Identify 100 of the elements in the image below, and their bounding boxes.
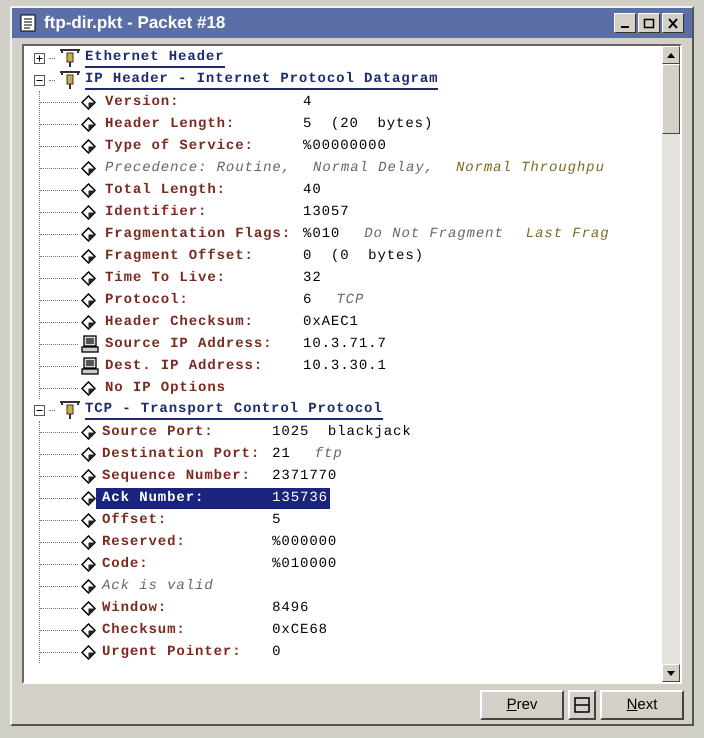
diamond-icon	[81, 512, 96, 528]
connector-icon	[59, 48, 81, 68]
field-value: 40	[303, 180, 323, 200]
diamond-icon	[81, 380, 96, 396]
field-label[interactable]: Checksum:	[96, 620, 272, 640]
field-note[interactable]: Ack is valid	[102, 576, 214, 596]
field-value: %010000	[272, 554, 338, 574]
nav-button[interactable]: Next	[600, 690, 684, 720]
diamond-icon	[81, 248, 96, 264]
field-value: 135736	[272, 488, 330, 508]
field-note: Last Frag	[526, 224, 610, 244]
field-label[interactable]: Destination Port:	[96, 444, 272, 464]
scroll-up-button[interactable]	[662, 46, 680, 64]
field-value: 10.3.30.1	[303, 356, 388, 376]
field-value: 21	[272, 444, 292, 464]
field-note[interactable]: Precedence: Routine,	[105, 158, 292, 178]
field-label[interactable]: Offset:	[96, 510, 272, 530]
close-button[interactable]	[662, 13, 684, 33]
field-value: 5 (20 bytes)	[303, 114, 434, 134]
field-note[interactable]: Normal Throughpu	[456, 158, 605, 178]
field-label[interactable]: Fragmentation Flags:	[99, 224, 304, 244]
diamond-icon	[81, 292, 96, 308]
diamond-icon	[81, 94, 96, 110]
field-value: 4	[303, 92, 314, 112]
section-header[interactable]: TCP - Transport Control Protocol	[85, 400, 383, 420]
diamond-icon	[81, 600, 96, 616]
diamond-icon	[81, 556, 96, 572]
collapse-icon[interactable]	[34, 404, 45, 416]
field-value: 6	[303, 290, 314, 310]
field-label[interactable]: Urgent Pointer:	[96, 642, 272, 662]
down-arrow-icon	[667, 670, 675, 676]
field-note: ftp	[314, 444, 343, 464]
field-note[interactable]: Normal Delay,	[313, 158, 434, 178]
field-label[interactable]: Identifier:	[99, 202, 304, 222]
field-value: 13057	[303, 202, 351, 222]
connector-icon	[59, 70, 81, 90]
split-view-button[interactable]	[568, 690, 596, 720]
connector-icon	[59, 400, 81, 420]
expand-icon[interactable]	[34, 52, 45, 64]
field-label[interactable]: Version:	[99, 92, 304, 112]
field-note: Do Not Fragment	[364, 224, 504, 244]
field-label[interactable]: Source Port:	[96, 422, 272, 442]
field-label[interactable]: Total Length:	[99, 180, 304, 200]
field-label[interactable]: Dest. IP Address:	[99, 356, 304, 376]
diamond-icon	[81, 534, 96, 550]
field-label[interactable]: Code:	[96, 554, 272, 574]
field-value: %010	[303, 224, 342, 244]
up-arrow-icon	[667, 52, 675, 58]
field-value: 0	[272, 642, 282, 662]
field-value: 0xCE68	[272, 620, 329, 640]
collapse-icon[interactable]	[34, 74, 45, 86]
field-label[interactable]: Header Checksum:	[99, 312, 304, 332]
nav-button[interactable]: Prev	[480, 690, 564, 720]
field-label[interactable]: Protocol:	[99, 290, 304, 310]
field-label[interactable]: Type of Service:	[99, 136, 304, 156]
field-label[interactable]: Header Length:	[99, 114, 304, 134]
diamond-icon	[81, 138, 96, 154]
diamond-icon	[81, 468, 96, 484]
computer-icon	[81, 335, 99, 353]
field-value: 10.3.71.7	[303, 334, 388, 354]
close-icon	[667, 18, 679, 28]
field-value: 5	[272, 510, 282, 530]
field-value: 1025 blackjack	[272, 422, 413, 442]
field-value: %000000	[272, 532, 338, 552]
field-label[interactable]: No IP Options	[99, 378, 304, 398]
diamond-icon	[81, 314, 96, 330]
diamond-icon	[81, 578, 96, 594]
field-label[interactable]: Fragment Offset:	[99, 246, 304, 266]
field-value: 0 (0 bytes)	[303, 246, 425, 266]
vertical-scrollbar[interactable]	[662, 46, 680, 682]
diamond-icon	[81, 622, 96, 638]
minimize-icon	[621, 26, 629, 28]
diamond-icon	[81, 160, 96, 176]
computer-icon	[81, 357, 99, 375]
diamond-icon	[81, 424, 96, 440]
diamond-icon	[81, 644, 96, 660]
field-label[interactable]: Time To Live:	[99, 268, 304, 288]
scroll-thumb[interactable]	[662, 64, 680, 134]
section-header[interactable]: Ethernet Header	[85, 48, 225, 68]
diamond-icon	[81, 204, 96, 220]
section-header[interactable]: IP Header - Internet Protocol Datagram	[85, 70, 438, 90]
diamond-icon	[81, 226, 96, 242]
window-title: ftp-dir.pkt - Packet #18	[44, 12, 226, 34]
diamond-icon	[81, 490, 96, 506]
maximize-icon	[643, 18, 655, 28]
field-label[interactable]: Sequence Number:	[96, 466, 272, 486]
field-label[interactable]: Ack Number:	[96, 488, 272, 508]
diamond-icon	[81, 270, 96, 286]
field-note: TCP	[336, 290, 364, 310]
field-label[interactable]: Source IP Address:	[99, 334, 304, 354]
field-value: %00000000	[303, 136, 388, 156]
minimize-button[interactable]	[614, 13, 636, 33]
field-value: 2371770	[272, 466, 338, 486]
field-label[interactable]: Reserved:	[96, 532, 272, 552]
diamond-icon	[81, 182, 96, 198]
field-label[interactable]: Window:	[96, 598, 272, 618]
field-value: 8496	[272, 598, 310, 618]
scroll-down-button[interactable]	[662, 664, 680, 682]
split-view-icon	[574, 697, 590, 713]
maximize-button[interactable]	[638, 13, 660, 33]
